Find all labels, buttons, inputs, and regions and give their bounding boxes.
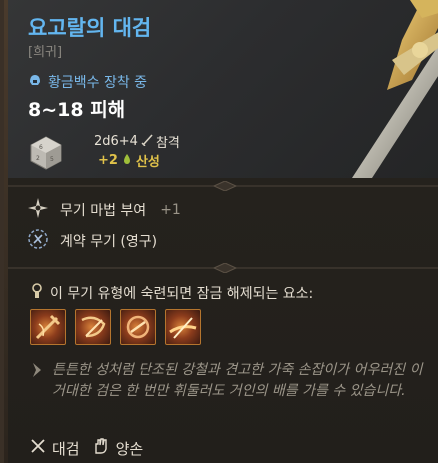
dice-icon: 6 5 2 (30, 136, 62, 170)
pact-icon (26, 227, 50, 255)
handedness: 양손 (92, 437, 144, 459)
skill-icon-4[interactable] (165, 309, 201, 345)
flavor-text-content: 튼튼한 성처럼 단조된 강철과 견고한 가죽 손잡이가 어우러진 이 거대한 검… (52, 362, 423, 399)
dice-formula: 2d6+4 참격 (94, 132, 180, 151)
skill-icon-1[interactable] (30, 309, 66, 345)
flavor-text: 튼튼한 성처럼 단조된 강철과 견고한 가죽 손잡이가 어우러진 이 거대한 검… (30, 360, 430, 402)
helmet-icon (28, 73, 42, 91)
enchant-icon (26, 196, 50, 224)
pact-label: 계약 무기 (영구) (60, 234, 158, 250)
pact-weapon: 계약 무기 (영구) (26, 227, 157, 255)
item-name: 요고랄의 대검 (28, 16, 152, 40)
proficiency-title-text: 이 무기 유형에 숙련되면 잠금 해제되는 요소: (50, 286, 314, 302)
acid-icon (121, 153, 133, 169)
svg-text:6: 6 (39, 144, 43, 151)
slash-icon (141, 133, 153, 150)
enchant-label: 무기 마법 부여 (60, 203, 147, 219)
damage-range: 8~18 피해 (28, 99, 126, 121)
lock-icon (30, 283, 44, 303)
skill-icons (30, 309, 201, 345)
divider (8, 258, 438, 274)
dice-formula-text: 2d6+4 (94, 134, 138, 149)
svg-text:2: 2 (36, 155, 40, 162)
equipped-status: 황금백수 장착 중 (28, 72, 147, 92)
hand-icon (92, 437, 110, 459)
bonus-value: +2 (98, 153, 118, 168)
item-tooltip: 요고랄의 대검 [희귀] 황금백수 장착 중 8~18 피해 6 5 2 2d6… (0, 0, 438, 463)
bonus-damage: +2 산성 (98, 151, 160, 170)
weapon-type-label: 대검 (52, 439, 80, 458)
skill-icon-3[interactable] (120, 309, 156, 345)
divider (8, 176, 438, 192)
handedness-label: 양손 (115, 439, 144, 458)
damage-type: 참격 (155, 136, 180, 151)
footer: 대검 양손 (30, 437, 143, 459)
proficiency-title: 이 무기 유형에 숙련되면 잠금 해제되는 요소: (30, 283, 313, 303)
item-rarity: [희귀] (28, 45, 63, 60)
crossed-swords-icon (30, 438, 46, 458)
weapon-type: 대검 (30, 438, 80, 459)
panel-left-edge (4, 0, 8, 463)
svg-text:5: 5 (50, 156, 54, 163)
bonus-type: 산성 (135, 155, 160, 170)
quill-icon (30, 362, 44, 385)
enchant-plus: +1 (160, 202, 181, 218)
sword-image (292, 0, 438, 178)
weapon-enchant: 무기 마법 부여 +1 (26, 196, 181, 224)
skill-icon-2[interactable] (75, 309, 111, 345)
equipped-text: 황금백수 장착 중 (48, 75, 148, 91)
